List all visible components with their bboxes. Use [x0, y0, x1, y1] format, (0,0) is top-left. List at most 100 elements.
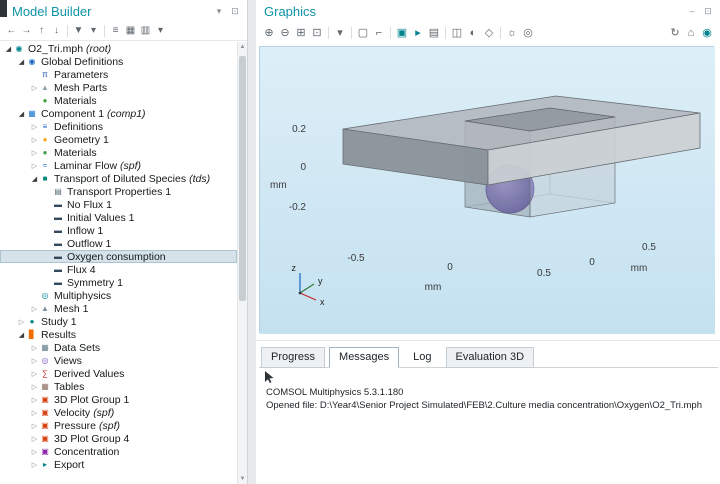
collapsed-arrow-icon[interactable]: ▷ [30, 383, 39, 391]
collapsed-arrow-icon[interactable]: ▷ [30, 305, 39, 313]
tree-item-transport-properties-1[interactable]: ▤Transport Properties 1 [0, 185, 237, 198]
tree-item-derived-values[interactable]: ▷∑Derived Values [0, 367, 237, 380]
filter-icon[interactable]: ▼ [71, 23, 86, 39]
tree-item-global-definitions[interactable]: ◢◉Global Definitions [0, 55, 237, 68]
minimize-panel-icon[interactable]: – [686, 5, 698, 17]
float-panel-icon[interactable]: ⊡ [702, 5, 714, 17]
tree-item-views[interactable]: ▷◎Views [0, 354, 237, 367]
tree-item-3d-plot-group-4[interactable]: ▷▣3D Plot Group 4 [0, 432, 237, 445]
print-icon[interactable]: ▤ [426, 25, 442, 41]
scene-light-icon[interactable]: ☼ [504, 25, 520, 41]
expanded-arrow-icon[interactable]: ◢ [17, 58, 26, 66]
filter-menu-icon[interactable]: ▾ [86, 23, 101, 39]
snapshot-camera-icon[interactable]: ◉ [699, 25, 715, 41]
plot-settings-icon[interactable]: ◫ [449, 25, 465, 41]
tree-item-parameters[interactable]: πParameters [0, 68, 237, 81]
tree-item-label: Tables [54, 381, 84, 393]
zoom-extents-icon[interactable]: ⊞ [293, 25, 309, 41]
image-snapshot-icon[interactable]: ▣ [394, 25, 410, 41]
wireframe-rendering-icon[interactable]: ◇ [481, 25, 497, 41]
tree-item-transport-of-diluted-species[interactable]: ◢■Transport of Diluted Species(tds) [0, 172, 237, 185]
tree-item-component-1[interactable]: ◢▦Component 1(comp1) [0, 107, 237, 120]
tab-evaluation-3d[interactable]: Evaluation 3D [446, 347, 535, 368]
expanded-arrow-icon[interactable]: ◢ [17, 110, 26, 118]
toolbar-overflow-icon[interactable]: ▾ [153, 23, 168, 39]
back-icon[interactable]: ← [4, 23, 19, 39]
graphics-canvas[interactable]: 0.2 0 -0.2 mm -0.5 0 0.5 mm 0 0.5 mm [259, 46, 714, 333]
tree-item-oxygen-consumption[interactable]: ▬Oxygen consumption [0, 250, 237, 263]
animation-export-icon[interactable]: ▸ [410, 25, 426, 41]
view-menu-icon[interactable]: ▾ [332, 25, 348, 41]
collapsed-arrow-icon[interactable]: ▷ [30, 461, 39, 469]
expanded-arrow-icon[interactable]: ◢ [17, 331, 26, 339]
move-down-icon[interactable]: ↓ [49, 23, 64, 39]
expand-all-icon[interactable]: ▥ [138, 23, 153, 39]
collapse-all-icon[interactable]: ▦ [123, 23, 138, 39]
tree-item-flux-4[interactable]: ▬Flux 4 [0, 263, 237, 276]
reset-camera-icon[interactable]: ⌂ [683, 25, 699, 41]
tree-item-materials[interactable]: ▷●Materials [0, 146, 237, 159]
tree-item-pressure[interactable]: ▷▣Pressure(spf) [0, 419, 237, 432]
collapsed-arrow-icon[interactable]: ▷ [17, 318, 26, 326]
collapsed-arrow-icon[interactable]: ▷ [30, 409, 39, 417]
tree-item-concentration[interactable]: ▷▣Concentration [0, 445, 237, 458]
tab-messages[interactable]: Messages [329, 347, 399, 368]
tree-item-laminar-flow[interactable]: ▷≈Laminar Flow(spf) [0, 159, 237, 172]
tree-item-tables[interactable]: ▷▦Tables [0, 380, 237, 393]
tree-item-no-flux-1[interactable]: ▬No Flux 1 [0, 198, 237, 211]
select-box-icon[interactable]: ▢ [355, 25, 371, 41]
z-axis-unit: mm [270, 180, 287, 191]
transparency-icon[interactable]: ◐ [465, 25, 481, 41]
tree-item-multiphysics[interactable]: ◎Multiphysics [0, 289, 237, 302]
tree-item-study-1[interactable]: ▷●Study 1 [0, 315, 237, 328]
collapsed-arrow-icon[interactable]: ▷ [30, 357, 39, 365]
collapsed-arrow-icon[interactable]: ▷ [30, 344, 39, 352]
scrollbar-thumb[interactable] [239, 56, 246, 301]
tree-item-definitions[interactable]: ▷≡Definitions [0, 120, 237, 133]
select-mode-icon[interactable]: ⌐ [371, 25, 387, 41]
tree-scrollbar[interactable]: ▲ ▼ [237, 42, 247, 484]
tree-item-data-sets[interactable]: ▷▦Data Sets [0, 341, 237, 354]
tab-progress[interactable]: Progress [261, 347, 325, 368]
collapsed-arrow-icon[interactable]: ▷ [30, 396, 39, 404]
tree-item-o2-tri-mph[interactable]: ◢◉O2_Tri.mph(root) [0, 42, 237, 55]
collapsed-arrow-icon[interactable]: ▷ [30, 435, 39, 443]
panel-splitter[interactable] [256, 340, 720, 341]
float-panel-icon[interactable]: ⊡ [229, 5, 241, 17]
scroll-up-icon[interactable]: ▲ [238, 42, 247, 52]
boundary-icon: ▬ [52, 200, 64, 209]
zoom-in-icon[interactable]: ⊕ [261, 25, 277, 41]
tree-item-materials[interactable]: ●Materials [0, 94, 237, 107]
tree-item-3d-plot-group-1[interactable]: ▷▣3D Plot Group 1 [0, 393, 237, 406]
scroll-down-icon[interactable]: ▼ [238, 474, 247, 484]
zoom-out-icon[interactable]: ⊖ [277, 25, 293, 41]
tree-item-velocity[interactable]: ▷▣Velocity(spf) [0, 406, 237, 419]
move-up-icon[interactable]: ↑ [34, 23, 49, 39]
collapsed-arrow-icon[interactable]: ▷ [30, 149, 39, 157]
collapsed-arrow-icon[interactable]: ▷ [30, 123, 39, 131]
tree-item-outflow-1[interactable]: ▬Outflow 1 [0, 237, 237, 250]
collapsed-arrow-icon[interactable]: ▷ [30, 136, 39, 144]
collapsed-arrow-icon[interactable]: ▷ [30, 448, 39, 456]
collapsed-arrow-icon[interactable]: ▷ [30, 84, 39, 92]
tree-item-geometry-1[interactable]: ▷●Geometry 1 [0, 133, 237, 146]
tree-item-inflow-1[interactable]: ▬Inflow 1 [0, 224, 237, 237]
collapsed-arrow-icon[interactable]: ▷ [30, 162, 39, 170]
panel-menu-icon[interactable]: ▾ [213, 5, 225, 17]
tree-item-initial-values-1[interactable]: ▬Initial Values 1 [0, 211, 237, 224]
tree-item-results[interactable]: ◢▊Results [0, 328, 237, 341]
environment-reflections-icon[interactable]: ◎ [520, 25, 536, 41]
go-to-default-view-icon[interactable]: ⊡ [309, 25, 325, 41]
tree-item-export[interactable]: ▷▸Export [0, 458, 237, 471]
tab-log[interactable]: Log [403, 347, 441, 368]
tree-item-mesh-parts[interactable]: ▷▲Mesh Parts [0, 81, 237, 94]
tree-item-mesh-1[interactable]: ▷▲Mesh 1 [0, 302, 237, 315]
collapsed-arrow-icon[interactable]: ▷ [30, 370, 39, 378]
collapsed-arrow-icon[interactable]: ▷ [30, 422, 39, 430]
expanded-arrow-icon[interactable]: ◢ [30, 175, 39, 183]
expanded-arrow-icon[interactable]: ◢ [4, 45, 13, 53]
rotate-view-icon[interactable]: ↻ [667, 25, 683, 41]
model-tree-node-text-icon[interactable]: ≡ [108, 23, 123, 39]
tree-item-symmetry-1[interactable]: ▬Symmetry 1 [0, 276, 237, 289]
forward-icon[interactable]: → [19, 23, 34, 39]
